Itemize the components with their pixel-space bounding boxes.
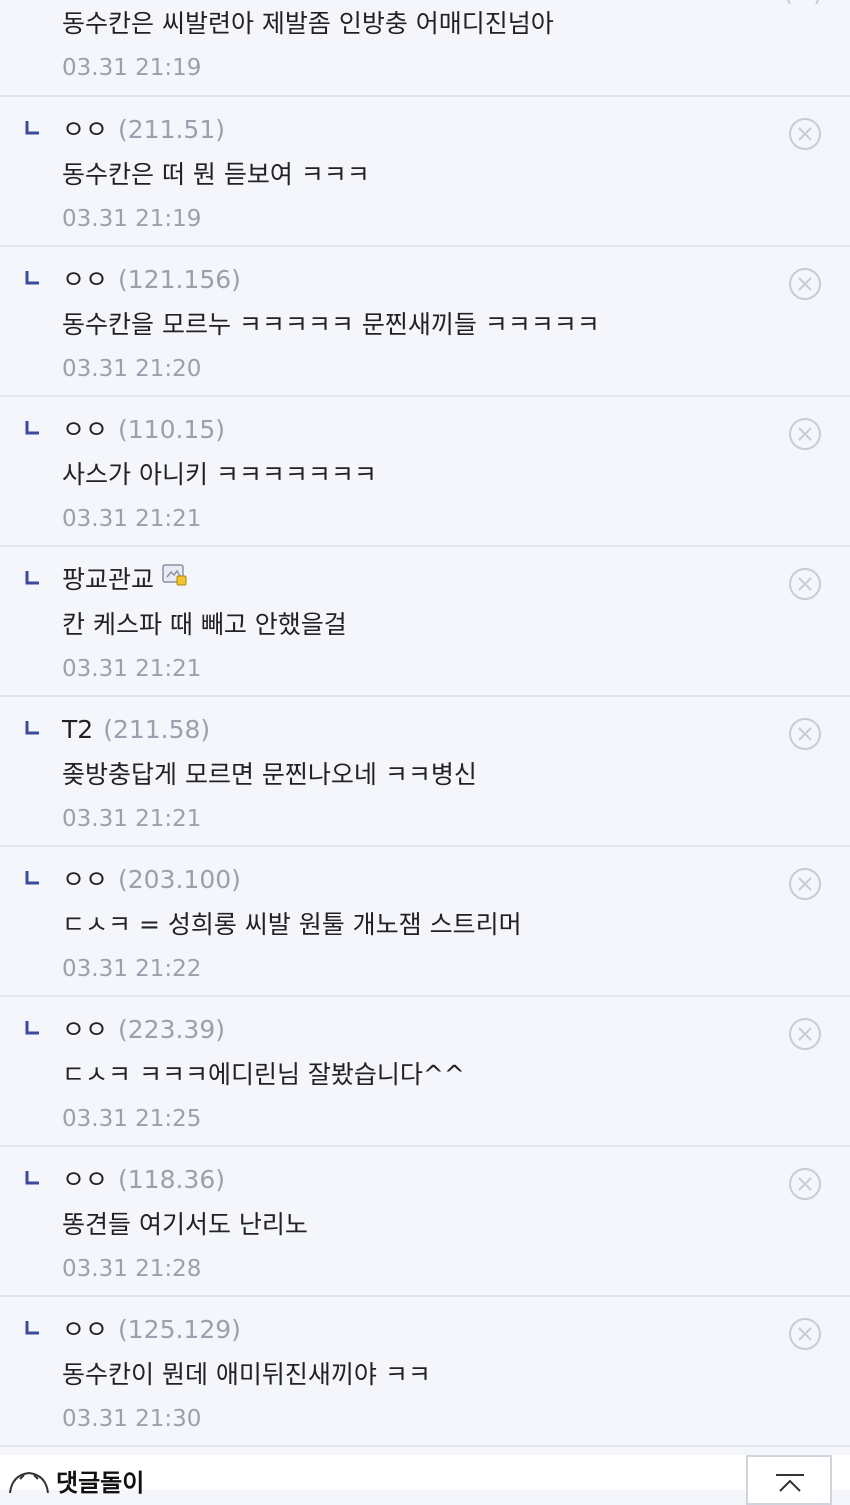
comment-date: 03.31 21:21 bbox=[62, 806, 202, 832]
comment-item: 동수칸은 씨발련아 제발좀 인방충 어매디진넘아 03.31 21:19 bbox=[0, 0, 850, 97]
reply-arrow-icon bbox=[25, 1171, 39, 1185]
comment-nick[interactable]: ㅇㅇ bbox=[62, 265, 108, 294]
comment-text: 사스가 아니키 ㅋㅋㅋㅋㅋㅋㅋ bbox=[62, 460, 377, 489]
delete-icon[interactable] bbox=[788, 267, 822, 301]
comment-header: ㅇㅇ (110.15) bbox=[62, 415, 225, 445]
comment-date: 03.31 21:22 bbox=[62, 956, 202, 982]
reply-arrow-icon bbox=[25, 271, 39, 285]
comment-bot-title: 댓글돌이 bbox=[56, 1469, 145, 1497]
comment-nick[interactable]: ㅇㅇ bbox=[62, 1165, 108, 1194]
comment-item: ㅇㅇ (125.129) 동수칸이 뭔데 애미뒤진새끼야 ㅋㅋ 03.31 21:… bbox=[0, 1297, 850, 1447]
comment-text: 칸 케스파 때 빼고 안했을걸 bbox=[62, 610, 347, 639]
comment-ip: (203.100) bbox=[118, 865, 241, 894]
reply-arrow-icon bbox=[25, 121, 39, 135]
fixed-nick-badge-icon bbox=[162, 563, 188, 593]
comment-nick[interactable]: 팡교관교 bbox=[62, 565, 154, 594]
comment-text: 좆방충답게 모르면 문찐나오네 ㅋㅋ병신 bbox=[62, 760, 477, 789]
reply-arrow-icon bbox=[25, 571, 39, 585]
comment-item: ㅇㅇ (118.36) 똥견들 여기서도 난리노 03.31 21:28 bbox=[0, 1147, 850, 1297]
delete-icon[interactable] bbox=[788, 1017, 822, 1051]
comment-item: T2 (211.58) 좆방충답게 모르면 문찐나오네 ㅋㅋ병신 03.31 21… bbox=[0, 697, 850, 847]
delete-icon[interactable] bbox=[788, 717, 822, 751]
reply-arrow-icon bbox=[25, 721, 39, 735]
comment-list: 동수칸은 씨발련아 제발좀 인방충 어매디진넘아 03.31 21:19 ㅇㅇ (… bbox=[0, 0, 850, 1447]
comment-header: ㅇㅇ (121.156) bbox=[62, 265, 241, 295]
delete-icon[interactable] bbox=[788, 1317, 822, 1351]
reply-arrow-icon bbox=[25, 1321, 39, 1335]
reply-arrow-icon bbox=[25, 871, 39, 885]
comment-header: ㅇㅇ (118.36) bbox=[62, 1165, 225, 1195]
comment-header: 팡교관교 bbox=[62, 563, 188, 596]
delete-icon[interactable] bbox=[788, 417, 822, 451]
comment-item: ㅇㅇ (110.15) 사스가 아니키 ㅋㅋㅋㅋㅋㅋㅋ 03.31 21:21 bbox=[0, 397, 850, 547]
comment-nick[interactable]: T2 bbox=[62, 715, 93, 744]
comment-text: ㄷㅅㅋ ㅋㅋㅋ에디린님 잘봤습니다^^ bbox=[62, 1060, 465, 1089]
reply-arrow-icon bbox=[25, 421, 39, 435]
comment-date: 03.31 21:21 bbox=[62, 656, 202, 682]
comment-text: ㄷㅅㅋ = 성희롱 씨발 원툴 개노잼 스트리머 bbox=[62, 910, 522, 939]
comment-ip: (121.156) bbox=[118, 265, 241, 294]
comment-header: ㅇㅇ (125.129) bbox=[62, 1315, 241, 1345]
comment-nick[interactable]: ㅇㅇ bbox=[62, 865, 108, 894]
comment-date: 03.31 21:28 bbox=[62, 1256, 202, 1282]
comment-date: 03.31 21:19 bbox=[62, 55, 202, 81]
comment-item: ㅇㅇ (203.100) ㄷㅅㅋ = 성희롱 씨발 원툴 개노잼 스트리머 03.… bbox=[0, 847, 850, 997]
comment-text: 동수칸은 씨발련아 제발좀 인방충 어매디진넘아 bbox=[62, 9, 554, 38]
comment-date: 03.31 21:25 bbox=[62, 1106, 202, 1132]
comment-ip: (211.51) bbox=[118, 115, 225, 144]
delete-icon[interactable] bbox=[788, 567, 822, 601]
comment-header: ㅇㅇ (211.51) bbox=[62, 115, 225, 145]
delete-icon[interactable] bbox=[788, 1167, 822, 1201]
comment-date: 03.31 21:19 bbox=[62, 206, 202, 232]
comment-item: ㅇㅇ (211.51) 동수칸은 떠 뭔 듣보여 ㅋㅋㅋ 03.31 21:19 bbox=[0, 97, 850, 247]
comment-date: 03.31 21:21 bbox=[62, 506, 202, 532]
comment-text: 똥견들 여기서도 난리노 bbox=[62, 1210, 308, 1239]
comment-item: 팡교관교 칸 케스파 때 빼고 안했을걸 03.31 21:21 bbox=[0, 547, 850, 697]
reply-arrow-icon bbox=[25, 1021, 39, 1035]
comment-nick[interactable]: ㅇㅇ bbox=[62, 415, 108, 444]
comment-header: T2 (211.58) bbox=[62, 715, 210, 745]
scroll-top-button[interactable] bbox=[746, 1455, 832, 1505]
comment-header: ㅇㅇ (223.39) bbox=[62, 1015, 225, 1045]
comment-bot-bar: 댓글돌이 bbox=[0, 1455, 850, 1505]
comment-bot-icon bbox=[8, 1469, 50, 1497]
comment-date: 03.31 21:30 bbox=[62, 1406, 202, 1432]
comment-ip: (118.36) bbox=[118, 1165, 225, 1194]
comment-text: 동수칸을 모르누 ㅋㅋㅋㅋㅋ 문찐새끼들 ㅋㅋㅋㅋㅋ bbox=[62, 310, 600, 339]
comment-date: 03.31 21:20 bbox=[62, 356, 202, 382]
comment-text: 동수칸이 뭔데 애미뒤진새끼야 ㅋㅋ bbox=[62, 1360, 431, 1389]
comment-header: ㅇㅇ (203.100) bbox=[62, 865, 241, 895]
comment-nick[interactable]: ㅇㅇ bbox=[62, 1015, 108, 1044]
comment-ip: (110.15) bbox=[118, 415, 225, 444]
comment-nick[interactable]: ㅇㅇ bbox=[62, 1315, 108, 1344]
comment-ip: (211.58) bbox=[103, 715, 211, 744]
comment-nick[interactable]: ㅇㅇ bbox=[62, 115, 108, 144]
comment-ip: (125.129) bbox=[118, 1315, 241, 1344]
delete-icon[interactable] bbox=[786, 0, 820, 4]
scroll-top-icon bbox=[776, 1474, 804, 1492]
delete-icon[interactable] bbox=[788, 867, 822, 901]
comment-text: 동수칸은 떠 뭔 듣보여 ㅋㅋㅋ bbox=[62, 160, 370, 189]
comment-ip: (223.39) bbox=[118, 1015, 225, 1044]
comment-item: ㅇㅇ (121.156) 동수칸을 모르누 ㅋㅋㅋㅋㅋ 문찐새끼들 ㅋㅋㅋㅋㅋ 0… bbox=[0, 247, 850, 397]
comment-item: ㅇㅇ (223.39) ㄷㅅㅋ ㅋㅋㅋ에디린님 잘봤습니다^^ 03.31 21:… bbox=[0, 997, 850, 1147]
delete-icon[interactable] bbox=[788, 117, 822, 151]
